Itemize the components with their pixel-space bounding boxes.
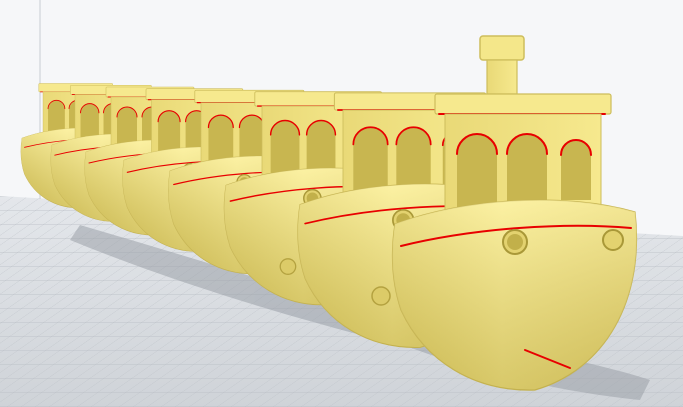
chimney xyxy=(486,59,518,95)
bow-rope-hole xyxy=(371,286,391,306)
bow-rope-hole xyxy=(279,258,297,275)
hawse-hole xyxy=(602,229,624,251)
viewport-scene[interactable] xyxy=(0,0,683,407)
slicer-3d-viewport[interactable] xyxy=(0,0,683,407)
chimney-top xyxy=(479,35,525,61)
cabin-roof xyxy=(434,93,612,115)
cabin-window xyxy=(561,140,591,200)
hawse-hole-inner xyxy=(507,234,523,250)
